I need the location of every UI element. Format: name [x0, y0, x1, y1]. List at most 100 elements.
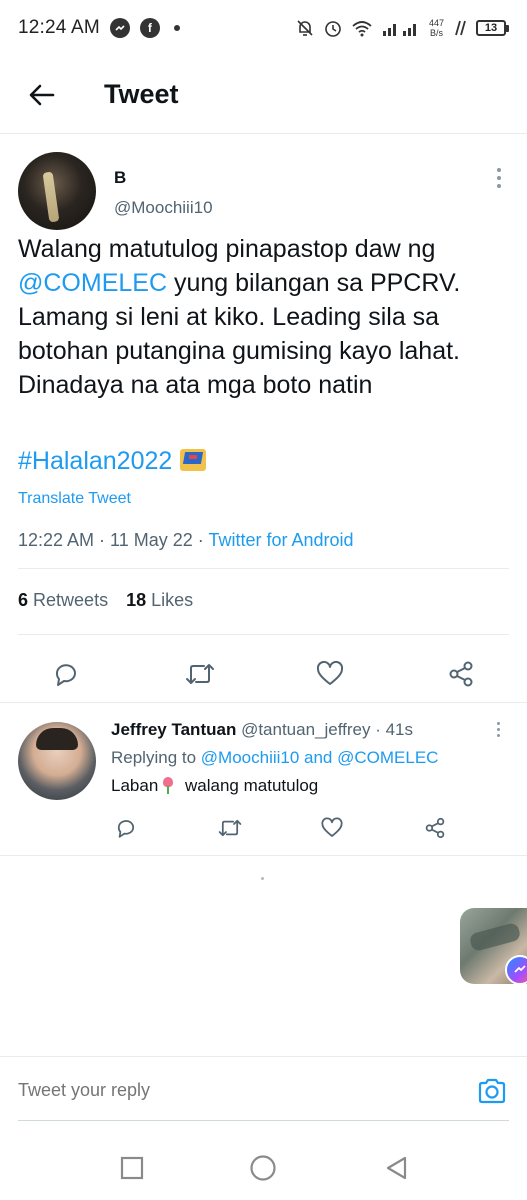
messenger-icon[interactable] — [505, 955, 527, 985]
net-speed-value: 447 — [428, 18, 444, 28]
reply-share-button[interactable] — [419, 812, 451, 844]
mute-bell-icon — [295, 18, 315, 38]
user-handle[interactable]: @Moochiii10 — [114, 198, 213, 218]
reply-more-options-button[interactable] — [490, 720, 506, 750]
share-button[interactable] — [441, 654, 481, 694]
more-dot-icon — [497, 176, 501, 180]
net-speed-unit: B/s — [429, 28, 443, 38]
author-names: B @Moochiii10 — [114, 152, 213, 232]
reply-like-button[interactable] — [316, 812, 348, 844]
messenger-icon — [109, 18, 130, 38]
reply-button[interactable] — [46, 654, 86, 694]
mention-link[interactable]: @COMELEC — [18, 269, 167, 297]
reply-retweet-button[interactable] — [214, 812, 246, 844]
replying-to-link[interactable]: @Moochiii10 and @COMELEC — [201, 748, 439, 767]
top-bar: Tweet — [0, 56, 527, 134]
triangle-back-icon — [386, 1156, 407, 1180]
reply-text: Laban walang matutulog — [111, 776, 511, 796]
signal-icon — [381, 19, 421, 37]
home-button[interactable] — [247, 1152, 279, 1184]
arrow-left-icon — [29, 84, 55, 105]
tweet-stats: 6 Retweets 18 Likes — [18, 590, 193, 611]
hashtag-link[interactable]: #Halalan2022 — [18, 447, 172, 475]
divider — [0, 702, 527, 703]
retweets-count: 6 — [18, 590, 29, 610]
tweet-actions — [0, 646, 527, 702]
alarm-icon — [323, 18, 343, 38]
heart-icon — [316, 660, 344, 685]
reply-handle-time: @tantuan_jeffrey · 41s — [241, 720, 413, 739]
more-options-button[interactable] — [489, 162, 509, 202]
reply-text-part2: walang matutulog — [180, 776, 319, 795]
square-icon — [120, 1156, 144, 1180]
divider — [18, 634, 509, 635]
android-nav-bar — [0, 1136, 527, 1200]
share-icon — [449, 661, 473, 687]
more-dot-icon — [497, 184, 501, 188]
facebook-icon: f — [139, 18, 160, 38]
reply-display-name[interactable]: Jeffrey Tantuan — [111, 720, 236, 739]
status-time: 12:24 AM — [18, 17, 100, 38]
retweet-icon — [186, 664, 214, 684]
tweet-source-link[interactable]: Twitter for Android — [208, 530, 353, 550]
hashtag-line: #Halalan2022 — [18, 444, 207, 478]
retweets-stat[interactable]: 6 Retweets — [18, 590, 108, 611]
reply-actions — [0, 810, 527, 846]
more-notifications-dot — [173, 25, 180, 31]
replying-to: Replying to @Moochiii10 and @COMELEC — [111, 748, 511, 768]
translate-tweet-link[interactable]: Translate Tweet — [18, 490, 131, 508]
circle-icon — [250, 1155, 276, 1181]
back-nav-button[interactable] — [380, 1152, 412, 1184]
reply-tweet[interactable]: Jeffrey Tantuan @tantuan_jeffrey · 41s R… — [0, 706, 527, 856]
back-button[interactable] — [22, 75, 62, 115]
more-dot-icon — [496, 728, 500, 731]
reply-composer — [0, 1056, 527, 1124]
battery-tip — [506, 24, 509, 32]
reply-content: Jeffrey Tantuan @tantuan_jeffrey · 41s R… — [111, 720, 511, 796]
more-dot-icon — [497, 168, 501, 172]
net-speed: 447 B/s — [429, 18, 444, 38]
comment-icon — [117, 820, 135, 838]
heart-icon — [321, 817, 343, 837]
retweets-label: Retweets — [33, 590, 109, 610]
page-title: Tweet — [104, 79, 179, 109]
likes-label: Likes — [151, 590, 194, 610]
share-icon — [425, 817, 445, 839]
reply-reply-button[interactable] — [110, 812, 142, 844]
divider — [0, 855, 527, 856]
tweet-text: Walang matutulog pinapastop daw ng @COME… — [18, 232, 513, 402]
retweet-button[interactable] — [180, 654, 220, 694]
loading-indicator — [261, 877, 264, 880]
avatar[interactable] — [18, 152, 96, 230]
more-dot-icon — [496, 722, 500, 725]
hd-signal-icon — [452, 19, 468, 37]
reply-input[interactable] — [18, 1080, 438, 1101]
wifi-icon — [351, 19, 373, 37]
reply-input-underline — [18, 1120, 509, 1121]
more-dot-icon — [496, 734, 500, 737]
likes-count: 18 — [126, 590, 147, 610]
recents-button[interactable] — [116, 1152, 148, 1184]
tweet-author-row: B @Moochiii10 — [18, 152, 509, 232]
notification-icons: f — [109, 18, 180, 38]
camera-button[interactable] — [475, 1074, 509, 1108]
tweet-text-part1: Walang matutulog pinapastop daw ng — [18, 235, 436, 263]
avatar[interactable] — [18, 722, 96, 800]
divider — [18, 568, 509, 569]
battery-indicator: 13 — [476, 20, 509, 36]
status-right-icons: 447 B/s 13 — [295, 18, 509, 38]
comment-icon — [55, 664, 76, 686]
likes-stat[interactable]: 18 Likes — [126, 590, 193, 611]
camera-icon — [478, 1078, 506, 1103]
status-bar: 12:24 AM f 447 B/s 13 — [0, 0, 527, 56]
tweet-timestamp: 12:22 AM · 11 May 22 · — [18, 530, 209, 550]
ballot-box-emoji-icon — [180, 449, 207, 471]
tulip-emoji-icon — [160, 776, 176, 794]
reply-text-part1: Laban — [111, 776, 159, 795]
like-button[interactable] — [310, 654, 350, 694]
battery-level: 13 — [476, 20, 506, 36]
replying-prefix: Replying to — [111, 748, 201, 767]
retweet-icon — [218, 819, 242, 837]
reply-header: Jeffrey Tantuan @tantuan_jeffrey · 41s — [111, 720, 511, 740]
display-name[interactable]: B — [114, 168, 213, 188]
